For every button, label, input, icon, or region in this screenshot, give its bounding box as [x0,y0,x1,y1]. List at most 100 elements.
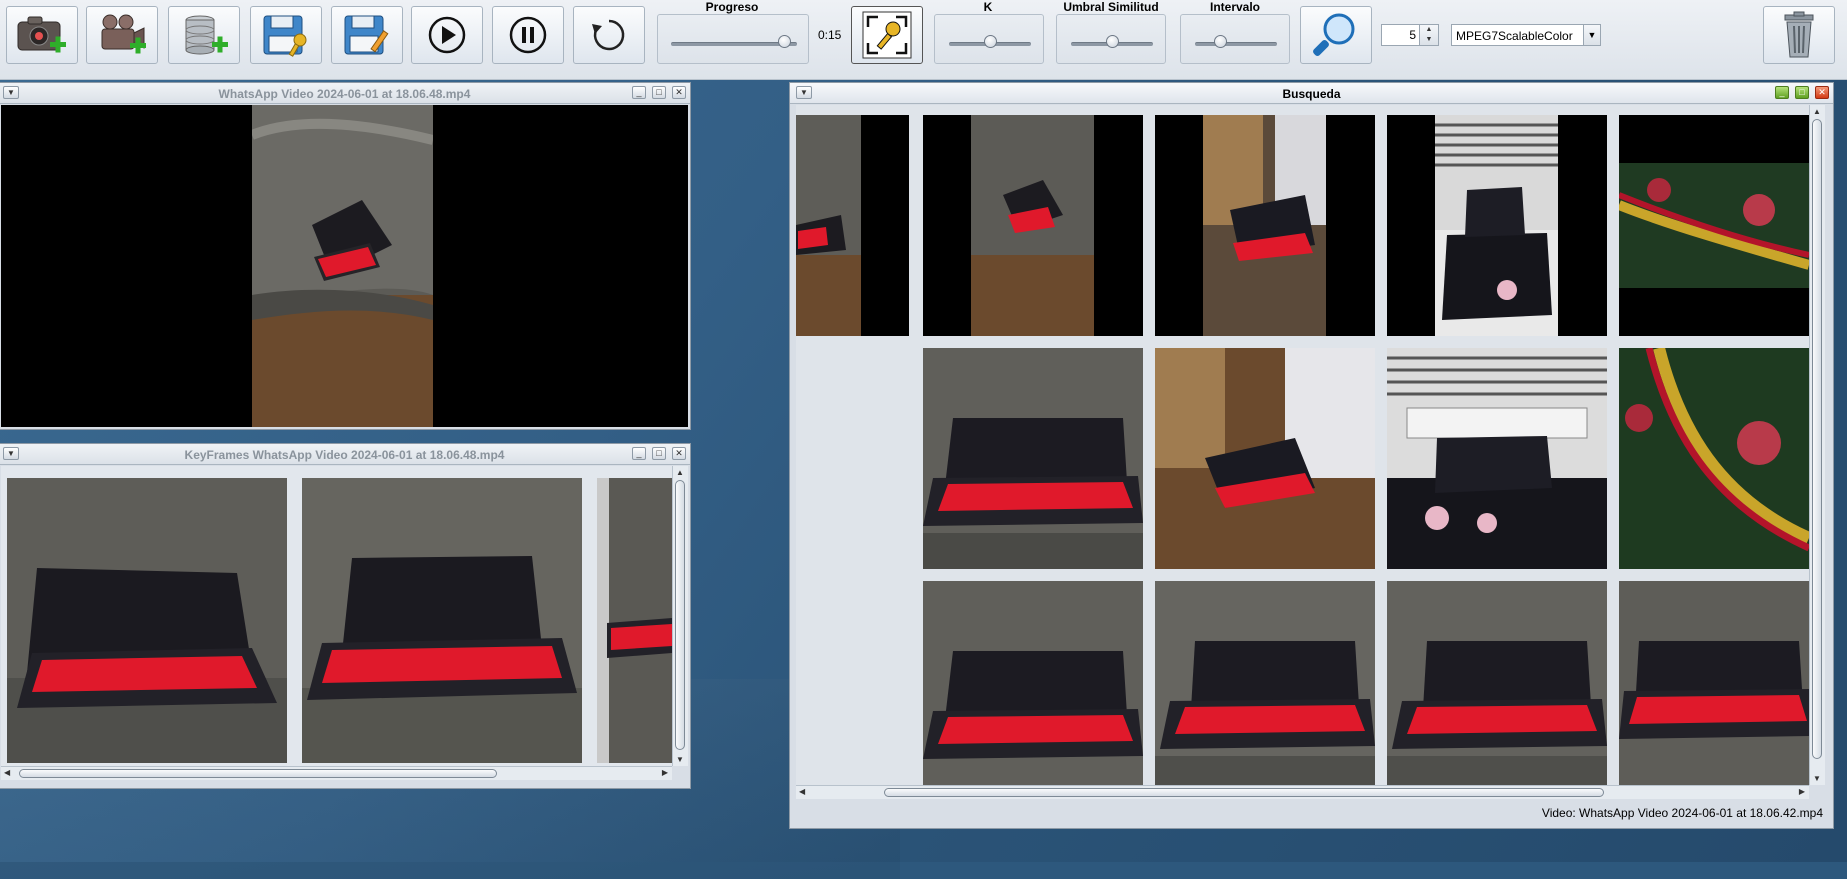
result-image [796,115,909,336]
keyframe-thumbnail[interactable] [7,478,287,763]
search-horizontal-scrollbar[interactable]: ◀ ▶ [796,785,1809,799]
result-thumbnail[interactable] [1387,581,1607,785]
video-window-title: WhatsApp Video 2024-06-01 at 18.06.48.mp… [218,87,471,101]
k-spinner[interactable]: 5 ▲ ▼ [1381,24,1439,46]
result-thumbnail[interactable] [1155,115,1375,336]
scroll-left-icon[interactable]: ◀ [4,768,10,777]
intervalo-slider[interactable] [1180,14,1290,64]
umbral-thumb[interactable] [1106,35,1119,48]
keyframe-image [7,478,287,763]
result-image [1155,348,1375,569]
progress-thumb[interactable] [778,35,792,48]
maximize-icon[interactable]: □ [652,447,666,460]
search-window-title: Busqueda [1282,87,1341,101]
result-thumbnail[interactable] [923,115,1143,336]
search-button[interactable] [1300,6,1372,64]
keyframes-vertical-scrollbar[interactable]: ▲ ▼ [672,466,688,766]
database-add-icon [185,15,228,55]
umbral-label: Umbral Similitud [1063,0,1159,14]
result-image [1387,348,1607,569]
progress-label: Progreso [705,0,759,14]
scroll-up-icon[interactable]: ▲ [673,468,687,477]
video-window-titlebar[interactable]: ▼ WhatsApp Video 2024-06-01 at 18.06.48.… [0,83,690,104]
keyframes-window-titlebar[interactable]: ▼ KeyFrames WhatsApp Video 2024-06-01 at… [0,444,690,465]
search-vertical-scrollbar[interactable]: ▲ ▼ [1809,105,1825,785]
scrollbar-thumb[interactable] [1812,119,1822,759]
floppy-pencil-icon [344,15,389,55]
reset-button[interactable] [573,6,645,64]
minimize-icon[interactable]: _ [1775,86,1789,99]
scroll-down-icon[interactable]: ▼ [1810,774,1824,783]
scrollbar-thumb[interactable] [884,788,1604,797]
progress-time: 0:15 [818,28,842,42]
search-window: ▼ Busqueda _ □ ✕ ▲ ▼ ◀ ▶ Video: WhatsApp… [789,82,1834,829]
add-image-button[interactable] [6,6,78,64]
descriptor-select[interactable]: MPEG7ScalableColor ▼ [1451,24,1601,46]
result-image [1155,581,1375,785]
delete-button[interactable] [1763,6,1835,64]
result-image [1619,348,1809,569]
scrollbar-thumb[interactable] [675,480,685,750]
scrollbar-thumb[interactable] [19,769,497,778]
search-window-titlebar[interactable]: ▼ Busqueda _ □ ✕ [790,83,1833,104]
play-button[interactable] [411,6,483,64]
result-thumbnail[interactable] [796,115,909,336]
camera-add-icon [17,16,66,53]
result-thumbnail[interactable] [1155,581,1375,785]
scroll-down-icon[interactable]: ▼ [673,755,687,764]
play-icon [428,16,466,54]
rotate-icon [592,19,625,51]
result-thumbnail[interactable] [923,348,1143,569]
k-slider[interactable] [934,14,1044,64]
keyframes-window-title: KeyFrames WhatsApp Video 2024-06-01 at 1… [184,448,505,462]
minimize-icon[interactable]: _ [632,86,646,99]
close-icon[interactable]: ✕ [1815,86,1829,99]
result-image [1387,115,1607,336]
scroll-right-icon[interactable]: ▶ [1799,787,1805,796]
k-thumb[interactable] [984,35,997,48]
minimize-icon[interactable]: _ [632,447,646,460]
save-keyframes-button[interactable] [250,6,322,64]
key-frame-icon [862,11,912,59]
result-thumbnail[interactable] [1619,115,1809,336]
result-thumbnail[interactable] [1155,348,1375,569]
search-status-text: Video: WhatsApp Video 2024-06-01 at 18.0… [1541,806,1823,820]
result-thumbnail[interactable] [1619,348,1809,569]
pause-button[interactable] [492,6,564,64]
close-icon[interactable]: ✕ [672,447,686,460]
chevron-down-icon[interactable]: ▼ [1583,25,1600,45]
keyframe-image [597,478,672,763]
result-thumbnail[interactable] [1387,115,1607,336]
result-thumbnail[interactable] [1619,581,1809,785]
keyframes-button[interactable] [851,6,923,64]
save-edit-button[interactable] [331,6,403,64]
scroll-left-icon[interactable]: ◀ [799,787,805,796]
result-thumbnail[interactable] [1387,348,1607,569]
video-player[interactable] [1,105,688,427]
close-icon[interactable]: ✕ [672,86,686,99]
video-window: ▼ WhatsApp Video 2024-06-01 at 18.06.48.… [0,82,691,430]
scroll-right-icon[interactable]: ▶ [662,768,668,777]
add-video-button[interactable] [86,6,158,64]
result-image [923,348,1143,569]
intervalo-thumb[interactable] [1213,35,1227,48]
k-label: K [983,0,993,14]
keyframe-thumbnail[interactable] [302,478,582,763]
maximize-icon[interactable]: □ [1795,86,1809,99]
spinner-arrows[interactable]: ▲ ▼ [1419,25,1438,45]
result-thumbnail[interactable] [923,581,1143,785]
add-database-button[interactable] [168,6,240,64]
keyframes-panel [1,466,672,766]
scroll-up-icon[interactable]: ▲ [1810,107,1824,116]
video-frame [252,105,433,427]
progress-slider[interactable] [657,14,809,64]
keyframe-thumbnail[interactable] [597,478,672,763]
result-image [1155,115,1375,336]
descriptor-select-value: MPEG7ScalableColor [1456,29,1573,43]
umbral-slider[interactable] [1056,14,1166,64]
maximize-icon[interactable]: □ [652,86,666,99]
result-image [1619,581,1809,785]
keyframes-horizontal-scrollbar[interactable]: ◀ ▶ [1,766,672,780]
result-image [923,581,1143,785]
keyframe-image [302,478,582,763]
